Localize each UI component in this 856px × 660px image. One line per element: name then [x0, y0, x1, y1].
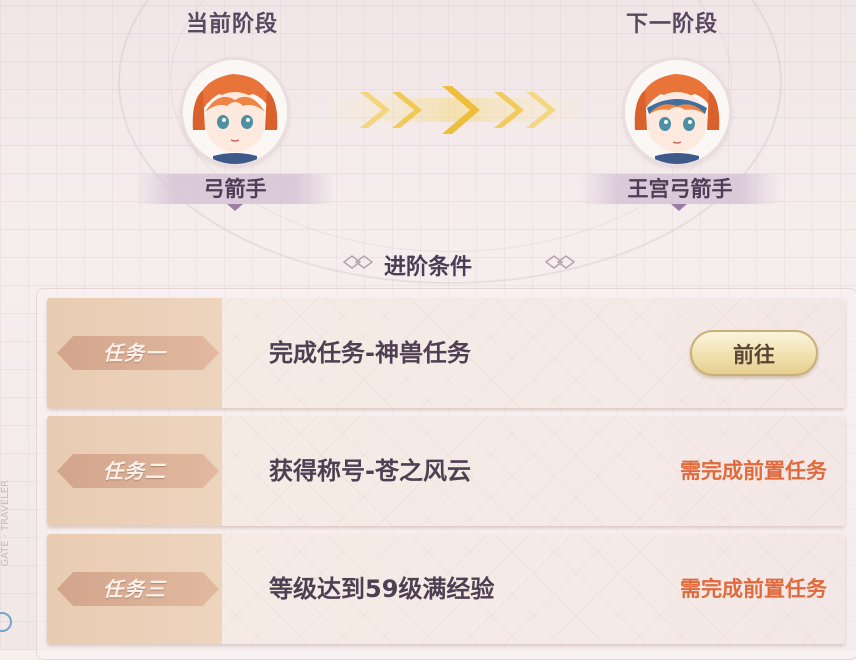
task-description: 等级达到59级满经验: [269, 575, 495, 603]
task-description: 完成任务-神兽任务: [269, 339, 471, 367]
next-stage-title: 下一阶段: [626, 12, 719, 37]
chevron-right-arrows-icon: [330, 86, 580, 134]
task-label-panel: 任务二: [47, 416, 222, 526]
diamond-ornament-right-icon: [544, 255, 576, 269]
prerequisite-status: 需完成前置任务: [680, 459, 827, 483]
current-class-avatar: [183, 60, 287, 164]
go-to-button[interactable]: 前往: [690, 330, 818, 376]
next-class-avatar: [625, 60, 729, 164]
task-label-panel: 任务一: [47, 298, 222, 408]
task-card: 任务二 获得称号-苍之风云 需完成前置任务: [47, 416, 845, 526]
task-label: 任务三: [103, 577, 166, 601]
side-watermark: GATE · TRAVELER: [0, 480, 11, 567]
task-label: 任务一: [103, 341, 166, 365]
task-label: 任务二: [103, 459, 166, 483]
current-stage-title: 当前阶段: [186, 12, 279, 37]
current-class-name: 弓箭手: [135, 174, 335, 204]
prerequisite-status: 需完成前置任务: [680, 577, 827, 601]
task-card: 任务一 完成任务-神兽任务 前往: [47, 298, 845, 408]
task-label-panel: 任务三: [47, 534, 222, 644]
current-plate-pointer: [227, 204, 243, 211]
next-plate-pointer: [671, 204, 687, 211]
advancement-conditions-title: 进阶条件: [383, 255, 472, 280]
task-description: 获得称号-苍之风云: [269, 457, 471, 485]
next-class-name: 王宫弓箭手: [580, 174, 780, 204]
task-card: 任务三 等级达到59级满经验 需完成前置任务: [47, 534, 845, 644]
